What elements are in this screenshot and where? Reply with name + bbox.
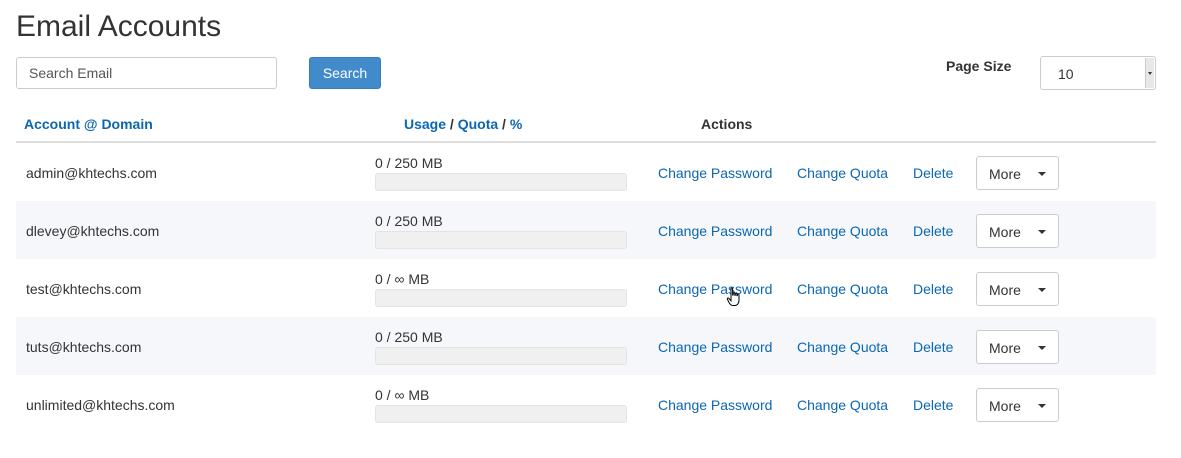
table-row: dlevey@khtechs.com 0 / 250 MB Change Pas… — [16, 201, 1156, 259]
usage-progress-bar — [375, 231, 627, 249]
usage-progress-bar — [375, 289, 627, 307]
delete-link[interactable]: Delete — [913, 165, 953, 181]
change-password-link[interactable]: Change Password — [658, 223, 772, 239]
account-email: tuts@khtechs.com — [26, 339, 142, 355]
caret-down-icon — [1038, 230, 1046, 234]
header-separator: / — [449, 116, 454, 132]
change-password-link[interactable]: Change Password — [658, 397, 772, 413]
usage-text: 0 / 250 MB — [375, 155, 443, 171]
account-domain-header: Account @ Domain — [24, 116, 153, 132]
usage-text: 0 / ∞ MB — [375, 271, 430, 287]
usage-quota-header: Usage / Quota / % — [404, 116, 522, 132]
page-size-select[interactable]: 10 — [1040, 56, 1156, 90]
usage-progress-bar — [375, 405, 627, 423]
change-quota-link[interactable]: Change Quota — [797, 397, 888, 413]
change-quota-link[interactable]: Change Quota — [797, 165, 888, 181]
sort-quota-link[interactable]: Quota — [458, 116, 498, 132]
more-dropdown-button[interactable]: More — [976, 156, 1059, 190]
header-at-symbol: @ — [83, 116, 98, 132]
usage-text: 0 / ∞ MB — [375, 387, 430, 403]
table-row: test@khtechs.com 0 / ∞ MB Change Passwor… — [16, 259, 1156, 317]
sort-usage-link[interactable]: Usage — [404, 116, 446, 132]
usage-progress-bar — [375, 173, 627, 191]
more-dropdown-button[interactable]: More — [976, 272, 1059, 306]
more-label: More — [989, 340, 1021, 356]
change-password-link[interactable]: Change Password — [658, 339, 772, 355]
caret-down-icon — [1038, 172, 1046, 176]
delete-link[interactable]: Delete — [913, 339, 953, 355]
change-password-link[interactable]: Change Password — [658, 165, 772, 181]
usage-progress-bar — [375, 347, 627, 365]
account-email: unlimited@khtechs.com — [26, 397, 175, 413]
sort-domain-link[interactable]: Domain — [101, 116, 152, 132]
table-row: tuts@khtechs.com 0 / 250 MB Change Passw… — [16, 317, 1156, 375]
change-quota-link[interactable]: Change Quota — [797, 223, 888, 239]
account-email: dlevey@khtechs.com — [26, 223, 160, 239]
page-title: Email Accounts — [16, 10, 222, 43]
more-dropdown-button[interactable]: More — [976, 388, 1059, 422]
usage-text: 0 / 250 MB — [375, 213, 443, 229]
table-row: admin@khtechs.com 0 / 250 MB Change Pass… — [16, 143, 1156, 201]
caret-down-icon — [1038, 288, 1046, 292]
table-row: unlimited@khtechs.com 0 / ∞ MB Change Pa… — [16, 375, 1156, 433]
more-label: More — [989, 166, 1021, 182]
search-email-input[interactable] — [16, 57, 277, 89]
more-dropdown-button[interactable]: More — [976, 330, 1059, 364]
change-quota-link[interactable]: Change Quota — [797, 339, 888, 355]
search-button[interactable]: Search — [309, 57, 381, 89]
sort-account-link[interactable]: Account — [24, 116, 80, 132]
actions-header: Actions — [701, 116, 753, 132]
change-password-link[interactable]: Change Password — [658, 281, 772, 297]
delete-link[interactable]: Delete — [913, 397, 953, 413]
more-label: More — [989, 398, 1021, 414]
account-email: admin@khtechs.com — [26, 165, 157, 181]
more-dropdown-button[interactable]: More — [976, 214, 1059, 248]
hand-pointer-icon — [726, 287, 740, 306]
more-label: More — [989, 282, 1021, 298]
caret-down-icon — [1038, 404, 1046, 408]
select-arrow-icon — [1145, 58, 1154, 88]
account-email: test@khtechs.com — [26, 281, 142, 297]
delete-link[interactable]: Delete — [913, 281, 953, 297]
page-size-value: 10 — [1058, 66, 1074, 82]
change-quota-link[interactable]: Change Quota — [797, 281, 888, 297]
more-label: More — [989, 224, 1021, 240]
sort-percent-link[interactable]: % — [510, 116, 522, 132]
caret-down-icon — [1038, 346, 1046, 350]
header-separator: / — [502, 116, 506, 132]
page-size-label: Page Size — [946, 58, 1012, 74]
delete-link[interactable]: Delete — [913, 223, 953, 239]
usage-text: 0 / 250 MB — [375, 329, 443, 345]
